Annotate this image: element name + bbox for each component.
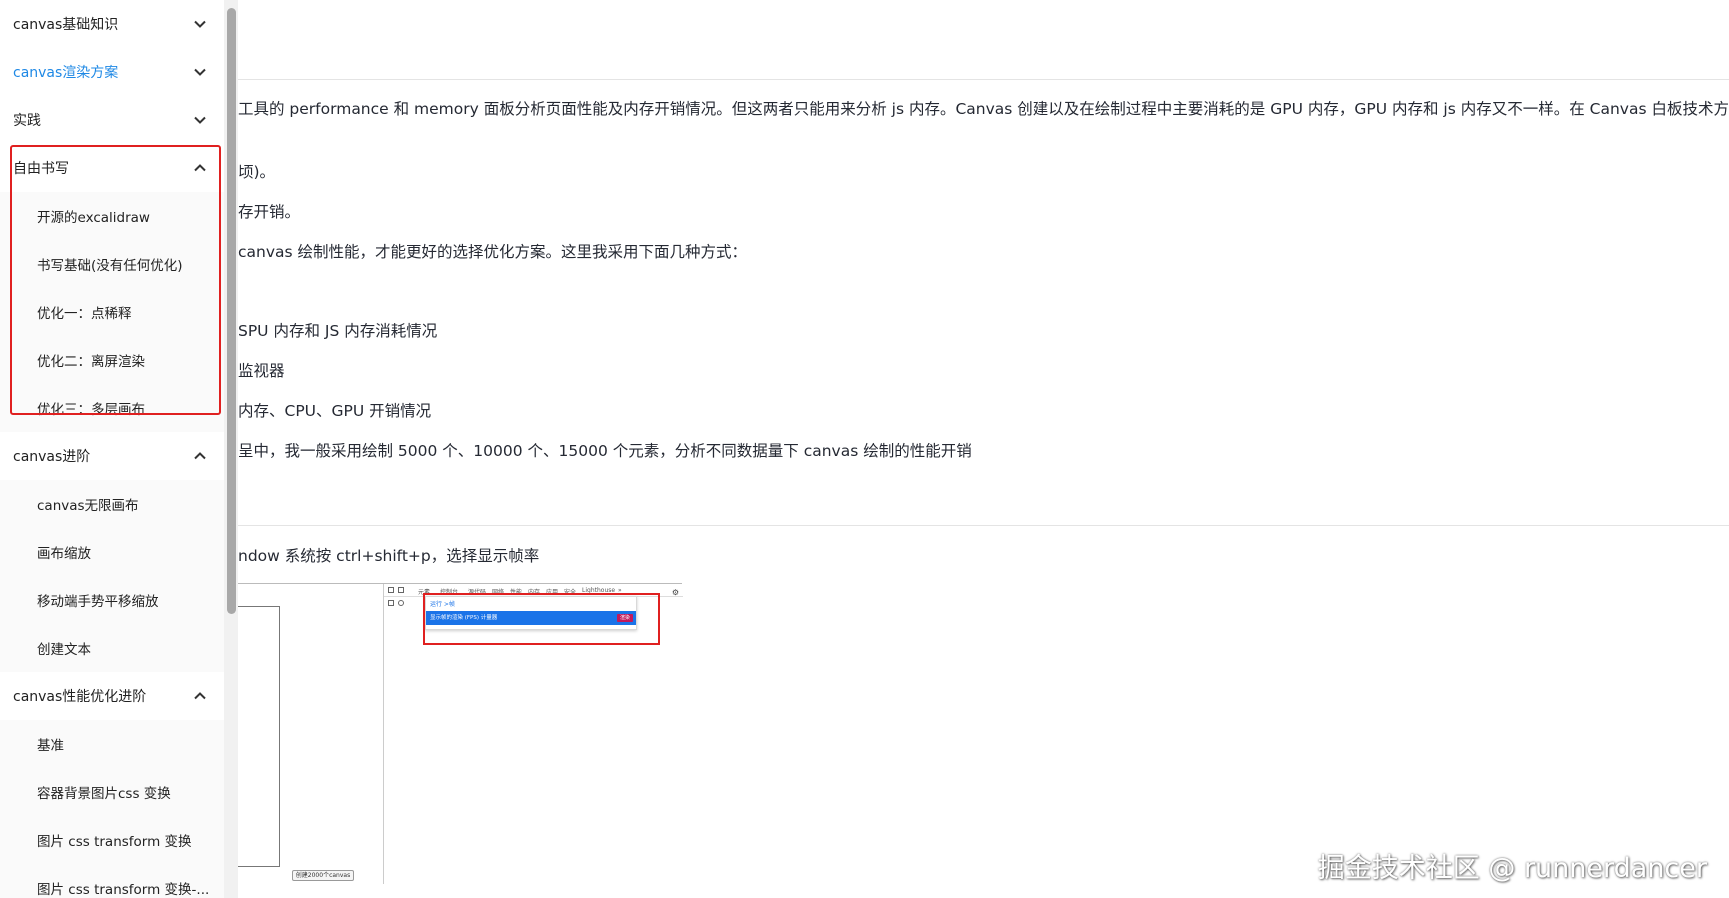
sidebar-item-label: 创建文本 xyxy=(37,642,91,658)
chevron-up-icon[interactable] xyxy=(192,448,208,464)
sidebar-group-label: 自由书写 xyxy=(13,161,69,177)
create-canvas-button: 创建2000个canvas xyxy=(292,870,354,881)
sidebar-group-label: canvas渲染方案 xyxy=(13,65,119,81)
paragraph: 存开销。 xyxy=(238,203,301,221)
sidebar-nav: canvas基础知识 canvas渲染方案 实践自由书写开源的excalidraw 书… xyxy=(0,0,238,898)
sidebar-item-label: 优化二：离屏渲染 xyxy=(37,354,145,370)
annotation-command-box xyxy=(423,593,660,645)
sidebar-group[interactable]: 自由书写 xyxy=(0,144,224,192)
chevron-up-icon[interactable] xyxy=(192,160,208,176)
sidebar-group[interactable]: canvas基础知识 xyxy=(0,0,224,48)
chevron-down-icon[interactable] xyxy=(192,112,208,128)
sidebar-item[interactable]: 优化三：多层画布 xyxy=(0,384,224,432)
sidebar-item-label: 基准 xyxy=(37,738,64,754)
sidebar-group[interactable]: 实践 xyxy=(0,96,224,144)
paragraph: 呈中，我一般采用绘制 5000 个、10000 个、15000 个元素，分析不同… xyxy=(238,442,972,460)
sidebar-toggle-icon xyxy=(388,600,394,606)
sidebar-group-label: canvas性能优化进阶 xyxy=(13,689,147,705)
sidebar-item[interactable]: 画布缩放 xyxy=(0,528,224,576)
chevron-down-icon[interactable] xyxy=(192,64,208,80)
sidebar-group[interactable]: canvas进阶 xyxy=(0,432,224,480)
sidebar-group-label: canvas基础知识 xyxy=(13,17,119,33)
chevron-up-icon[interactable] xyxy=(192,688,208,704)
sidebar-item-label: 书写基础(没有任何优化) xyxy=(37,258,183,274)
sidebar-group[interactable]: canvas渲染方案 xyxy=(0,48,224,96)
sidebar-item-label: 画布缩放 xyxy=(37,546,91,562)
divider xyxy=(238,79,1729,80)
canvas-preview-box xyxy=(238,606,280,867)
sidebar-item[interactable]: 基准 xyxy=(0,720,224,768)
paragraph: ndow 系统按 ctrl+shift+p，选择显示帧率 xyxy=(238,547,540,565)
sidebar-group-label: canvas进阶 xyxy=(13,449,91,465)
paragraph: 顷)。 xyxy=(238,163,276,181)
sidebar-group-label: 实践 xyxy=(13,113,41,129)
sidebar-menu: canvas基础知识 canvas渲染方案 实践自由书写开源的excalidraw 书… xyxy=(0,0,224,898)
sidebar-item[interactable]: 优化二：离屏渲染 xyxy=(0,336,224,384)
sidebar-item[interactable]: 移动端手势平移缩放 xyxy=(0,576,224,624)
divider xyxy=(238,525,1729,526)
sidebar-item-label: 图片 css transform 变换 xyxy=(37,834,192,850)
list-item: SPU 内存和 JS 内存消耗情况 xyxy=(238,322,438,340)
sidebar-item[interactable]: 书写基础(没有任何优化) xyxy=(0,240,224,288)
article-content: 工具的 performance 和 memory 面板分析页面性能及内存开销情况… xyxy=(238,0,1729,898)
sidebar-group[interactable]: canvas性能优化进阶 xyxy=(0,672,224,720)
sidebar-scrollbar[interactable] xyxy=(224,0,238,898)
sidebar-item[interactable]: 图片 css transform 变换-... xyxy=(0,864,224,898)
sidebar-item[interactable]: 图片 css transform 变换 xyxy=(0,816,224,864)
gear-icon: ⚙ xyxy=(671,588,679,597)
clear-icon xyxy=(398,600,404,606)
list-item: 监视器 xyxy=(238,362,285,380)
paragraph: 工具的 performance 和 memory 面板分析页面性能及内存开销情况… xyxy=(238,100,1729,118)
chevron-down-icon[interactable] xyxy=(192,16,208,32)
sidebar-item[interactable]: 开源的excalidraw xyxy=(0,192,224,240)
sidebar-item[interactable]: canvas无限画布 xyxy=(0,480,224,528)
inspect-icon xyxy=(388,587,394,593)
sidebar-scroll-thumb[interactable] xyxy=(227,8,236,614)
watermark: 掘金技术社区 @ runnerdancer xyxy=(1317,853,1707,884)
sidebar-item[interactable]: 创建文本 xyxy=(0,624,224,672)
sidebar-item-label: 优化三：多层画布 xyxy=(37,402,145,418)
sidebar-item-label: 开源的excalidraw xyxy=(37,210,150,226)
sidebar-item-label: 优化一：点稀释 xyxy=(37,306,132,322)
sidebar-item[interactable]: 容器背景图片css 变换 xyxy=(0,768,224,816)
sidebar-item[interactable]: 优化一：点稀释 xyxy=(0,288,224,336)
sidebar-item-label: 图片 css transform 变换-... xyxy=(37,882,210,898)
list-item: 内存、CPU、GPU 开销情况 xyxy=(238,402,432,420)
device-icon xyxy=(398,587,404,593)
sidebar-item-label: 容器背景图片css 变换 xyxy=(37,786,171,802)
paragraph: canvas 绘制性能，才能更好的选择优化方案。这里我采用下面几种方式： xyxy=(238,243,748,261)
sidebar-item-label: 移动端手势平移缩放 xyxy=(37,594,159,610)
sidebar-item-label: canvas无限画布 xyxy=(37,498,139,514)
